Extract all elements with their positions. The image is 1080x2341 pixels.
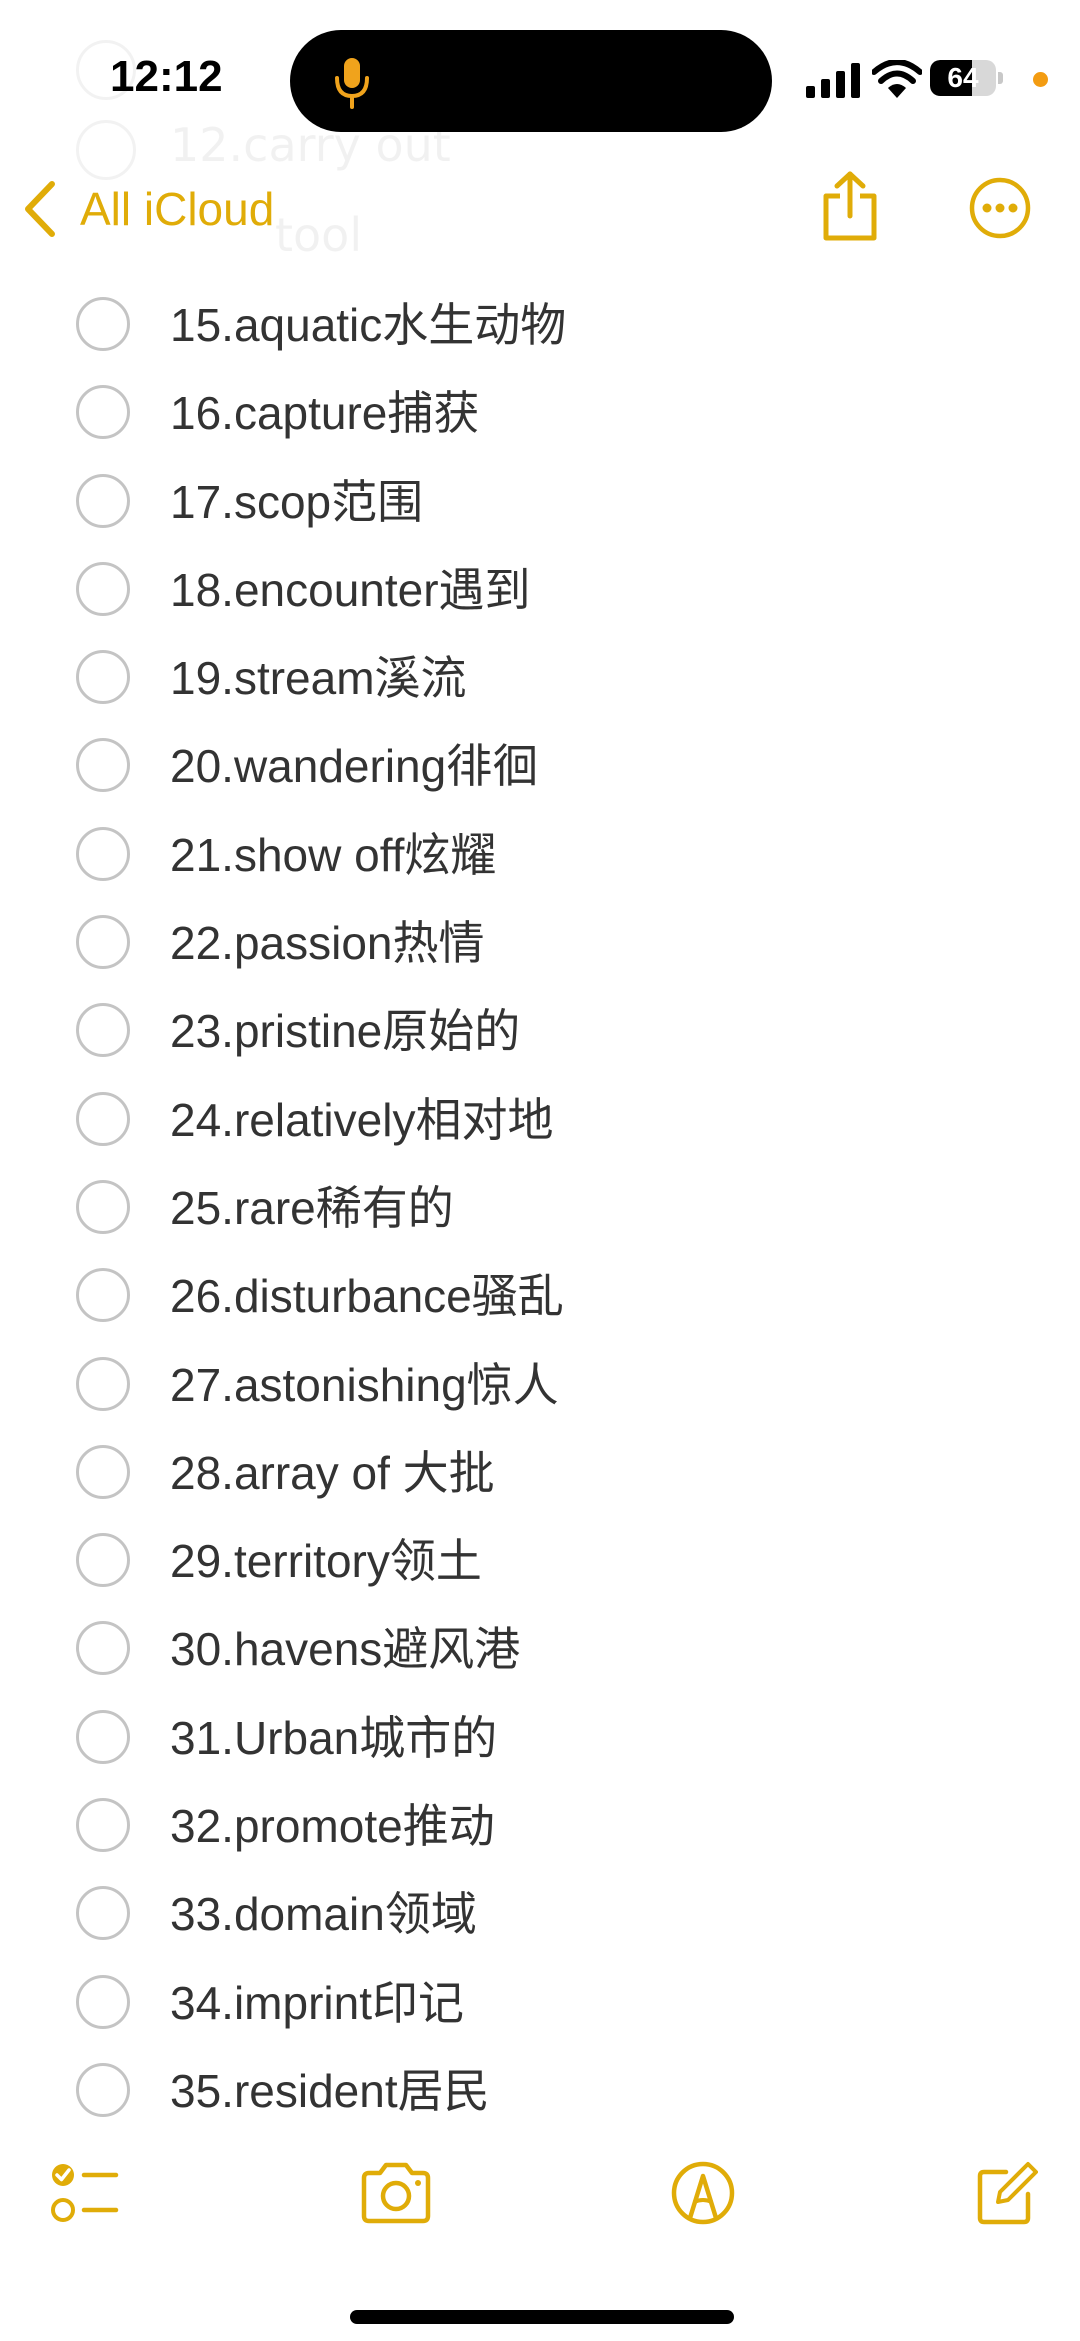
checklist-item-label[interactable]: 24.relatively相对地 <box>170 1094 553 1146</box>
checklist-item-label[interactable]: 32.promote推动 <box>170 1800 495 1852</box>
checklist-item-label[interactable]: 15.aquatic水生动物 <box>170 299 566 351</box>
checklist-item: 29.territory领土 <box>0 1519 1080 1607</box>
checkbox-circle[interactable] <box>76 1091 130 1146</box>
checklist-item: 32.promote推动 <box>0 1784 1080 1872</box>
back-button[interactable]: All iCloud <box>22 176 274 242</box>
checkbox-circle[interactable] <box>76 1974 130 2029</box>
checklist-item: 21.show off炫耀 <box>0 813 1080 901</box>
battery-indicator: 64 <box>930 60 1004 96</box>
checklist-item: 16.capture捕获 <box>0 371 1080 459</box>
battery-percent: 64 <box>947 62 979 93</box>
privacy-indicator-dot <box>1033 72 1048 87</box>
battery-body: 64 <box>930 60 996 96</box>
checklist-item-label[interactable]: 20.wandering徘徊 <box>170 740 538 792</box>
checklist-item: 24.relatively相对地 <box>0 1078 1080 1166</box>
checklist-item: 28.array of 大批 <box>0 1431 1080 1519</box>
checklist-item-label[interactable]: 23.pristine原始的 <box>170 1005 520 1057</box>
checklist-item-label[interactable]: 33.domain领域 <box>170 1888 477 1940</box>
checkbox-circle[interactable] <box>76 1179 130 1234</box>
checklist-item: 22.passion热情 <box>0 901 1080 989</box>
checkbox-circle[interactable] <box>76 1798 130 1853</box>
checklist-item: 18.encounter遇到 <box>0 548 1080 636</box>
status-time: 12:12 <box>110 52 223 101</box>
checklist-item-label[interactable]: 27.astonishing惊人 <box>170 1359 559 1411</box>
checklist-item-label[interactable]: 21.show off炫耀 <box>170 829 496 881</box>
checklist-item-label[interactable]: 35.resident居民 <box>170 2065 490 2117</box>
compose-icon <box>977 2162 1038 2225</box>
checklist-item-label[interactable]: 18.encounter遇到 <box>170 564 531 616</box>
cellular-signal-icon <box>806 63 860 98</box>
checkbox-circle[interactable] <box>76 1356 130 1411</box>
checklist-item: 23.pristine原始的 <box>0 989 1080 1077</box>
chevron-left-icon <box>25 181 55 237</box>
checkbox-circle[interactable] <box>76 385 130 440</box>
checkbox-circle[interactable] <box>76 1003 130 1058</box>
checkbox-circle[interactable] <box>76 915 130 970</box>
checklist-item-label[interactable]: 30.havens避风港 <box>170 1623 520 1675</box>
checkbox-circle[interactable] <box>76 1886 130 1941</box>
checklist-item-label[interactable]: 22.passion热情 <box>170 917 485 969</box>
checkbox-circle[interactable] <box>76 1533 130 1588</box>
dynamic-island <box>290 30 772 132</box>
checklist-item: 25.rare稀有的 <box>0 1166 1080 1254</box>
checklist-item: 17.scop范围 <box>0 460 1080 548</box>
checkbox-circle[interactable] <box>76 473 130 528</box>
checklist-item: 34.imprint印记 <box>0 1961 1080 2049</box>
checkbox-circle[interactable] <box>76 1444 130 1499</box>
checklist-item-label[interactable]: 25.rare稀有的 <box>170 1182 454 1234</box>
markup-button[interactable] <box>670 2158 736 2228</box>
checklist-item-label[interactable]: 26.disturbance骚乱 <box>170 1270 564 1322</box>
checkbox-circle[interactable] <box>76 561 130 616</box>
checklist-item-label[interactable]: 19.stream溪流 <box>170 652 467 704</box>
checklist: 15.aquatic水生动物 16.capture捕获 17.scop范围 18… <box>0 283 1080 2137</box>
ghost-text: tool <box>275 208 363 262</box>
checklist-item-label[interactable]: 17.scop范围 <box>170 476 423 528</box>
checkbox-circle[interactable] <box>76 1709 130 1764</box>
checkbox-circle[interactable] <box>76 650 130 705</box>
home-indicator[interactable] <box>350 2310 734 2324</box>
share-icon <box>823 171 877 241</box>
checklist-item-label[interactable]: 29.territory领土 <box>170 1535 482 1587</box>
checklist-item-label[interactable]: 28.array of 大批 <box>170 1447 495 1499</box>
checklist-item: 33.domain领域 <box>0 1872 1080 1960</box>
checklist-item-label[interactable]: 16.capture捕获 <box>170 387 479 439</box>
camera-icon <box>361 2162 431 2224</box>
checklist-item: 27.astonishing惊人 <box>0 1343 1080 1431</box>
checkbox-circle[interactable] <box>76 738 130 793</box>
checklist-item-label[interactable]: 31.Urban城市的 <box>170 1712 497 1764</box>
share-button[interactable] <box>818 170 882 242</box>
checklist-item: 35.resident居民 <box>0 2049 1080 2137</box>
wifi-icon <box>872 60 922 98</box>
checklist-item: 19.stream溪流 <box>0 636 1080 724</box>
microphone-icon <box>335 58 369 109</box>
checkbox-circle[interactable] <box>76 826 130 881</box>
checkbox-circle[interactable] <box>76 1268 130 1323</box>
ellipsis-circle-icon <box>969 177 1031 239</box>
checkbox-circle[interactable] <box>76 297 130 351</box>
checklist-item: 31.Urban城市的 <box>0 1696 1080 1784</box>
compose-button[interactable] <box>972 2158 1038 2228</box>
back-label: All iCloud <box>80 183 275 235</box>
checklist-item: 30.havens避风港 <box>0 1607 1080 1695</box>
checklist-item: 15.aquatic水生动物 <box>0 283 1080 371</box>
battery-cap <box>998 72 1003 84</box>
camera-button[interactable] <box>358 2158 434 2228</box>
status-bar: 12:12 64 <box>0 0 1080 160</box>
checklist-item: 26.disturbance骚乱 <box>0 1254 1080 1342</box>
checklist-button[interactable] <box>50 2158 120 2228</box>
markup-pen-icon <box>671 2161 735 2225</box>
checkbox-circle[interactable] <box>76 1621 130 1676</box>
checklist-item-label[interactable]: 34.imprint印记 <box>170 1977 464 2029</box>
more-button[interactable] <box>968 176 1032 240</box>
checklist-icon <box>51 2164 119 2222</box>
checklist-item: 20.wandering徘徊 <box>0 724 1080 812</box>
checkbox-circle[interactable] <box>76 2062 130 2117</box>
